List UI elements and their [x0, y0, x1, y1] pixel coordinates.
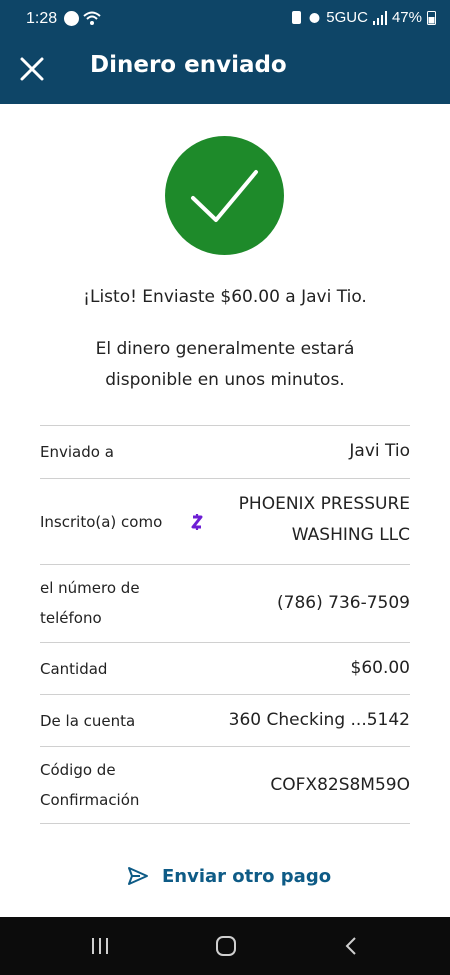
battery-percent: 47%	[391, 9, 422, 26]
detail-value-line1: PHOENIX PRESSURE	[238, 494, 410, 514]
success-badge	[165, 136, 284, 255]
detail-label: Enviado a	[40, 443, 114, 461]
home-icon[interactable]	[214, 935, 238, 957]
page-title: Dinero enviado	[90, 52, 287, 78]
detail-label-line2: Confirmación	[40, 791, 140, 809]
success-message: ¡Listo! Enviaste $60.00 a Javi Tio.	[83, 287, 367, 307]
battery-saver-icon	[292, 11, 302, 24]
detail-value: 360 Checking ...5142	[228, 710, 410, 730]
close-icon[interactable]	[18, 55, 46, 83]
send-another-payment-button[interactable]: Enviar otro pago	[126, 864, 331, 888]
detail-label-line2: teléfono	[40, 609, 102, 627]
send-another-label: Enviar otro pago	[162, 865, 332, 887]
detail-row-phone: el número de teléfono (786) 736-7509	[40, 564, 410, 642]
status-bar: 1:28 5GUC 47%	[0, 0, 450, 40]
send-icon	[128, 867, 148, 885]
wifi-icon	[83, 11, 101, 25]
detail-row-confirmation-code: Código de Confirmación COFX82S8M59O	[40, 746, 410, 824]
back-icon[interactable]	[340, 935, 364, 957]
detail-value-line2: WASHING LLC	[291, 525, 410, 545]
detail-label: Cantidad	[40, 660, 108, 678]
detail-row-sent-to: Enviado a Javi Tio	[40, 425, 410, 478]
checkmark-icon	[191, 170, 258, 222]
battery-icon	[427, 11, 436, 25]
detail-label-line1: el número de	[40, 579, 140, 597]
detail-label: De la cuenta	[40, 712, 136, 730]
alarm-icon	[309, 13, 320, 23]
detail-label-line1: Código de	[40, 761, 116, 779]
detail-value: Javi Tio	[349, 441, 410, 461]
system-nav-bar	[0, 917, 450, 975]
info-message: El dinero generalmente estará disponible…	[95, 339, 355, 390]
network-label: 5GUC	[326, 9, 368, 26]
zelle-icon	[191, 514, 203, 530]
status-right: 5GUC 47%	[290, 9, 436, 26]
app-header: 1:28 5GUC 47% Dinero enviado	[0, 0, 450, 104]
detail-row-enrolled-as: Inscrito(a) como PHOENIX PRESSURE WASHIN…	[40, 478, 410, 564]
signal-icon	[372, 10, 387, 25]
transfer-details: Enviado a Javi Tio Inscrito(a) como PHOE…	[40, 425, 410, 824]
status-time: 1:28	[26, 10, 58, 27]
detail-value: (786) 736-7509	[277, 593, 410, 613]
recents-icon[interactable]	[88, 935, 112, 957]
notification-icon	[64, 11, 79, 26]
status-left-icons	[64, 11, 101, 26]
detail-row-amount: Cantidad $60.00	[40, 642, 410, 694]
detail-value: $60.00	[350, 658, 410, 678]
detail-label: Inscrito(a) como	[40, 513, 163, 531]
detail-value: COFX82S8M59O	[270, 775, 410, 795]
detail-row-from-account: De la cuenta 360 Checking ...5142	[40, 694, 410, 746]
